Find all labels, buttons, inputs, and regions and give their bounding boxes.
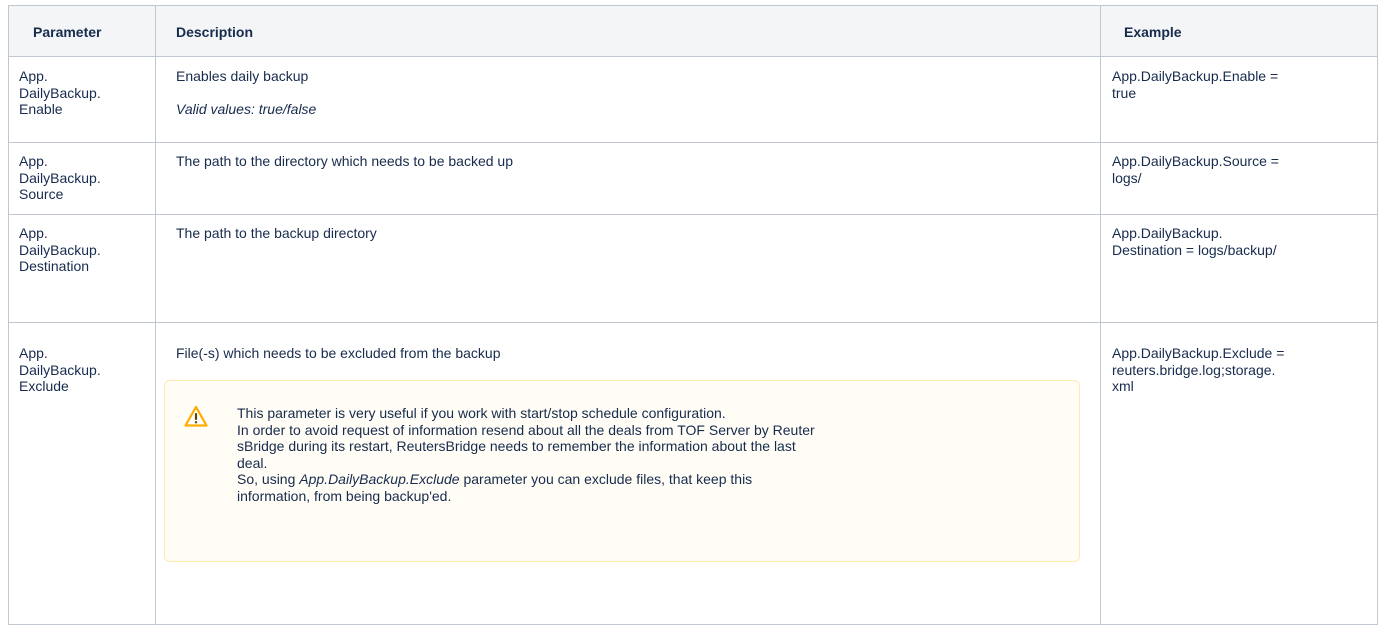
header-example: Example [1124,24,1182,40]
warning-line: In order to avoid request of information… [237,421,815,438]
row-divider [9,214,1377,215]
table-row-example: App.DailyBackup.Exclude = reuters.bridge… [1112,345,1284,395]
description-note: Valid values: true/false [176,100,317,117]
table-row-description: The path to the backup directory [176,225,377,242]
row-divider [9,142,1377,143]
warning-line: information, from being backup'ed. [237,487,452,504]
description-text: The path to the directory which needs to… [176,153,513,169]
parameter-name-emphasis: App.DailyBackup.Exclude [299,471,460,487]
example-text: App.DailyBackup.Source = [1112,153,1279,169]
warning-line: deal. [237,454,268,471]
description-text: File(-s) which needs to be excluded from… [176,345,501,361]
table-row-example: App.DailyBackup.Enable = true [1112,68,1278,101]
table-row-parameter: App. DailyBackup. Enable [19,68,101,118]
warning-line: sBridge during its restart, ReutersBridg… [237,438,796,454]
example-text: App.DailyBackup. [1112,225,1223,241]
header-description: Description [176,24,254,40]
example-text: true [1112,84,1137,101]
row-divider [9,322,1377,323]
table-row-description: The path to the directory which needs to… [176,153,513,170]
table-row-parameter: App. DailyBackup. Source [19,153,101,203]
parameter-text: App. [19,225,48,241]
parameter-text: DailyBackup. [19,169,101,186]
parameter-text: Destination [19,258,90,274]
parameter-text: Source [19,186,64,202]
parameter-text: App. [19,68,48,84]
parameter-text: App. [19,345,48,361]
header-parameter: Parameter [33,24,102,40]
column-divider [155,6,156,624]
example-text: App.DailyBackup.Exclude = [1112,345,1285,361]
table-row-example: App.DailyBackup. Destination = logs/back… [1112,225,1277,258]
warning-line: So, using App.DailyBackup.Exclude parame… [237,471,1057,488]
warning-line: This parameter is very useful if you wor… [237,405,726,421]
table-row-description: File(-s) which needs to be excluded from… [176,345,501,362]
warning-text-segment: parameter you can exclude files, that ke… [459,471,753,487]
warning-text-segment: So, using [237,471,300,487]
table-row-example: App.DailyBackup.Source = logs/ [1112,153,1279,186]
column-divider [1100,6,1101,624]
parameter-text: DailyBackup. [19,84,101,101]
warning-text: This parameter is very useful if you wor… [237,405,1057,504]
example-text: reuters.bridge.log;storage. [1112,361,1276,378]
table-row-description: Enables daily backup Valid values: true/… [176,68,316,117]
row-divider [9,56,1377,57]
description-text: Enables daily backup [176,68,309,84]
warning-triangle-icon [184,405,208,427]
description-text: The path to the backup directory [176,225,377,241]
example-text: xml [1112,378,1134,394]
table-row-parameter: App. DailyBackup. Exclude [19,345,101,395]
parameter-text: Exclude [19,378,69,394]
table-row-parameter: App. DailyBackup. Destination [19,225,101,275]
parameter-text: Enable [19,101,63,117]
parameter-text: App. [19,153,48,169]
example-text: Destination = logs/backup/ [1112,241,1277,258]
parameter-text: DailyBackup. [19,241,101,258]
example-text: App.DailyBackup.Enable = [1112,68,1279,84]
warning-panel: This parameter is very useful if you wor… [164,380,1080,562]
example-text: logs/ [1112,169,1142,186]
parameter-text: DailyBackup. [19,361,101,378]
